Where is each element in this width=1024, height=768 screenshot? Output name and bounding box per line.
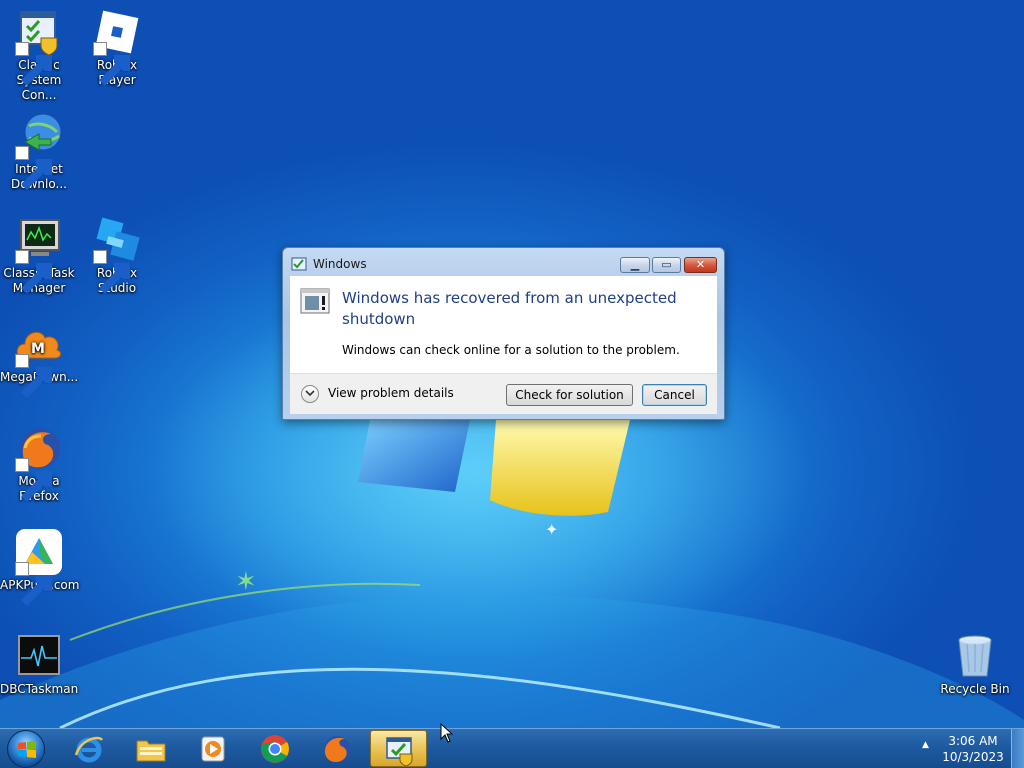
maximize-button[interactable]: ▭	[652, 257, 681, 273]
recycle-bin-icon	[958, 635, 992, 677]
desktop-icon-megadownloader[interactable]: M MegaDown...	[0, 320, 78, 398]
shortcut-arrow-icon	[15, 42, 52, 86]
shortcut-arrow-icon	[15, 146, 52, 190]
svg-text:✶: ✶	[235, 567, 257, 597]
desktop-icon-mozilla-firefox[interactable]: Mozilla Firefox	[0, 424, 78, 504]
desktop-icon-roblox-studio[interactable]: Roblox Studio	[78, 216, 156, 296]
firefox-icon	[324, 736, 350, 763]
clock-time[interactable]: 3:06 AM	[938, 734, 1008, 748]
shortcut-arrow-icon	[15, 458, 52, 502]
desktop-icon-internet-download-manager[interactable]: Internet Downlo...	[0, 112, 78, 192]
dialog-title: Windows	[313, 257, 367, 271]
shortcut-arrow-icon	[15, 250, 52, 294]
close-icon: ✕	[695, 258, 706, 271]
dialog-heading: Windows has recovered from an unexpected…	[342, 289, 677, 328]
taskbar-chrome[interactable]	[246, 730, 303, 767]
media-player-icon	[201, 736, 225, 762]
windows-logo-icon	[18, 741, 36, 758]
show-desktop-button[interactable]	[1011, 729, 1024, 768]
dialog-content: Windows has recovered from an unexpected…	[290, 276, 717, 373]
chrome-icon	[261, 735, 289, 763]
window-warning-icon	[300, 288, 330, 314]
show-hidden-icons-button[interactable]: ▲	[922, 740, 929, 750]
taskbar-windows-explorer[interactable]	[122, 730, 179, 767]
taskbar-firefox[interactable]	[308, 730, 365, 767]
maximize-icon: ▭	[661, 258, 672, 271]
shortcut-arrow-icon	[15, 562, 52, 606]
taskbar-internet-explorer[interactable]	[60, 730, 117, 767]
chevron-down-icon	[305, 390, 315, 397]
shortcut-arrow-icon	[93, 42, 130, 86]
taskbar-media-player[interactable]	[184, 730, 241, 767]
shortcut-arrow-icon	[15, 354, 52, 398]
view-problem-details-link[interactable]: View problem details	[328, 386, 454, 400]
shortcut-arrow-icon	[93, 250, 130, 294]
minimize-button[interactable]: ▁	[620, 257, 650, 273]
desktop-icon-label: Recycle Bin	[940, 682, 1010, 696]
start-button[interactable]	[7, 730, 45, 768]
shutdown-recovery-dialog: Windows ▁ ▭ ✕ Windows has recovered from…	[282, 247, 725, 420]
problem-reports-icon	[386, 737, 413, 766]
desktop-icon-apkpure[interactable]: APKPure.com	[0, 528, 79, 606]
clock-date[interactable]: 10/3/2023	[938, 750, 1008, 764]
taskbar: ▲ 3:06 AM 10/3/2023	[0, 728, 1024, 768]
desktop-icon-recycle-bin[interactable]: Recycle Bin	[936, 632, 1014, 697]
dialog-footer: View problem details Check for solution …	[290, 373, 717, 414]
dialog-message: Windows can check online for a solution …	[342, 343, 680, 357]
problem-reports-icon	[291, 257, 307, 271]
expand-details-button[interactable]	[301, 385, 319, 403]
internet-explorer-icon	[74, 736, 104, 763]
dialog-title-bar[interactable]: Windows ▁ ▭ ✕	[283, 248, 724, 275]
desktop-icon-dbctaskman[interactable]: DBCTaskman	[0, 632, 78, 697]
desktop-icon-classic-system-control[interactable]: Classic System Con...	[0, 8, 78, 103]
close-button[interactable]: ✕	[684, 257, 717, 273]
minimize-icon: ▁	[630, 258, 640, 271]
desktop-icon-classic-task-manager[interactable]: Classic Task Manager	[0, 216, 78, 296]
windows-explorer-icon	[136, 740, 166, 762]
desktop-icon-label: DBCTaskman	[0, 682, 79, 696]
desktop-icon-roblox-player[interactable]: Roblox Player	[78, 8, 156, 88]
mouse-pointer-icon	[440, 723, 454, 743]
taskbar-problem-reports[interactable]	[370, 730, 427, 767]
cancel-button[interactable]: Cancel	[642, 384, 707, 406]
check-for-solution-button[interactable]: Check for solution	[506, 384, 633, 406]
svg-text:✦: ✦	[545, 520, 558, 539]
dbctaskman-icon	[18, 635, 60, 675]
